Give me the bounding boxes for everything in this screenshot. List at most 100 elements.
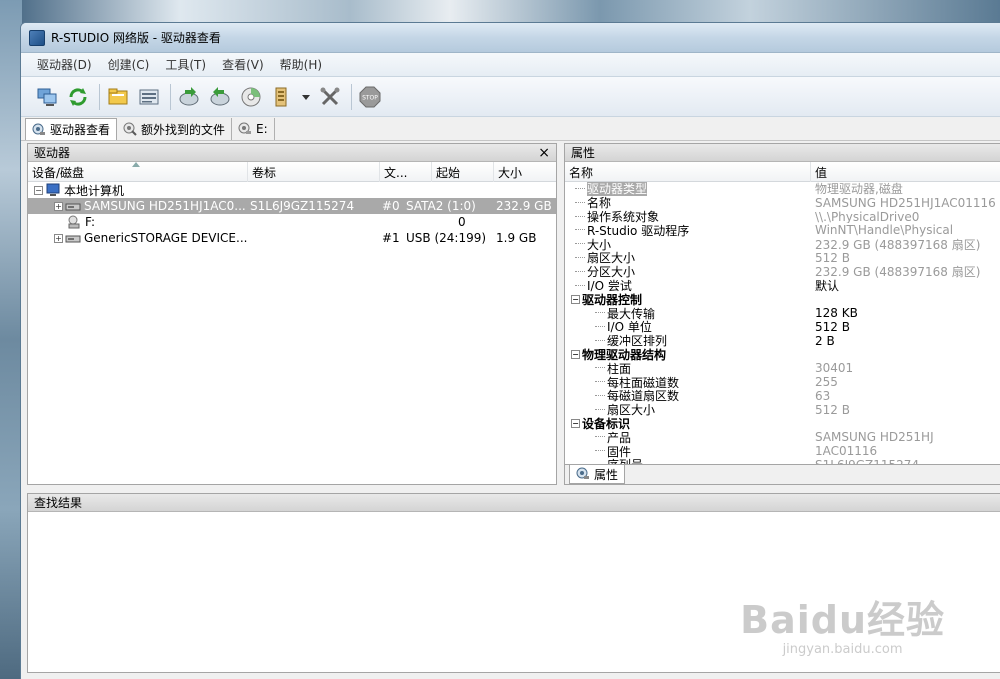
collapse-icon[interactable]: − <box>571 294 580 304</box>
raid-button[interactable] <box>268 83 296 111</box>
menu-tools[interactable]: 工具(T) <box>157 56 214 73</box>
property-name-cell: 扇区大小 <box>565 251 811 265</box>
table-row[interactable]: + SAMSUNG HD251HJ1AC0... S1L6J9GZ115274 … <box>28 198 556 214</box>
menu-view[interactable]: 查看(V) <box>214 56 272 73</box>
app-icon <box>29 29 45 46</box>
tab-properties[interactable]: 属性 <box>569 465 626 484</box>
property-row[interactable]: I/O 尝试 默认 <box>565 279 1000 292</box>
property-row[interactable]: 固件 1AC01116 <box>565 444 1000 458</box>
column-volume-label-text: 卷标 <box>252 165 277 180</box>
property-row[interactable]: 扇区大小 512 B <box>565 403 1000 417</box>
column-prop-name[interactable]: 名称 <box>565 162 811 182</box>
tab-drive-e[interactable]: E: <box>232 118 275 140</box>
drives-pane-title: 驱动器 <box>34 146 71 160</box>
property-value: 232.9 GB (488397168 扇区) <box>815 237 981 251</box>
column-start[interactable]: 起始 <box>432 162 494 182</box>
property-name-cell: 缓冲区排列 <box>565 334 811 348</box>
collapse-icon[interactable]: − <box>571 418 580 428</box>
close-icon[interactable]: × <box>538 145 550 161</box>
properties-pane-title: 属性 <box>571 146 596 160</box>
expand-icon[interactable]: + <box>54 233 63 243</box>
stop-button[interactable]: STOP <box>356 83 384 111</box>
column-size-text: 大小 <box>498 165 523 180</box>
refresh-button[interactable] <box>64 83 92 111</box>
properties-pane: 属性 名称 值 驱动器类型 物理驱动器,磁盘 名称 SAMSUNG HD251HJ1A… <box>564 143 1000 485</box>
property-name: 物理驱动器结构 <box>582 347 667 362</box>
disc-icon <box>241 87 261 106</box>
toolbar-separator <box>99 83 100 110</box>
property-value: 512 B <box>815 319 850 334</box>
create-region-button[interactable] <box>237 83 265 111</box>
tree-guide-line <box>595 381 605 383</box>
property-group[interactable]: − 物理驱动器结构 <box>565 347 1000 362</box>
column-volume-label[interactable]: 卷标 <box>248 162 380 182</box>
property-row[interactable]: 操作系统对象 \\.\PhysicalDrive0 <box>565 210 1000 223</box>
table-row[interactable]: + GenericSTORAGE DEVICE... #1 USB (24:19… <box>28 230 556 246</box>
property-name: 分区大小 <box>587 265 636 279</box>
expand-icon[interactable]: + <box>54 201 63 211</box>
drive-volume-label: S1L6J9GZ115274 <box>250 199 355 213</box>
property-row[interactable]: 名称 SAMSUNG HD251HJ1AC01116 <box>565 196 1000 210</box>
open-drive-files-button[interactable] <box>104 83 132 111</box>
property-value: 512 B <box>815 402 850 417</box>
property-row[interactable]: 最大传输 128 KB <box>565 306 1000 320</box>
raid-dropdown-button[interactable] <box>299 83 313 111</box>
tab-drive-view[interactable]: 驱动器查看 <box>25 118 118 140</box>
column-prop-value[interactable]: 值 <box>811 162 1000 182</box>
property-name: 每磁道扇区数 <box>607 389 680 403</box>
tree-guide-line <box>595 339 605 341</box>
tab-found-files[interactable]: 额外找到的文件 <box>117 118 233 140</box>
property-row[interactable]: I/O 单位 512 B <box>565 320 1000 334</box>
menu-create[interactable]: 创建(C) <box>100 56 158 73</box>
column-device[interactable]: 设备/磁盘 <box>28 162 248 182</box>
property-name: 最大传输 <box>607 306 656 320</box>
document-tabs: 驱动器查看 额外找到的文件 E: <box>21 117 1000 141</box>
remove-button[interactable] <box>316 83 344 111</box>
property-name-cell: 柱面 <box>565 361 811 375</box>
open-image-button[interactable] <box>175 83 203 111</box>
tree-root[interactable]: − 本地计算机 <box>28 182 556 198</box>
property-row[interactable]: 分区大小 232.9 GB (488397168 扇区) <box>565 265 1000 279</box>
property-row[interactable]: 每柱面磁道数 255 <box>565 375 1000 389</box>
tree-root-label: 本地计算机 <box>64 183 125 198</box>
property-row[interactable]: 产品 SAMSUNG HD251HJ <box>565 430 1000 444</box>
connect-remote-button[interactable] <box>33 83 61 111</box>
property-row[interactable]: 柱面 30401 <box>565 361 1000 375</box>
column-file-system[interactable]: 文... <box>380 162 432 182</box>
property-row[interactable]: 每磁道扇区数 63 <box>565 389 1000 403</box>
property-row[interactable]: 扇区大小 512 B <box>565 251 1000 265</box>
tree-guide-line <box>575 270 585 272</box>
drive-number: #0 <box>382 199 400 213</box>
drive-number: #1 <box>382 231 400 245</box>
property-value: 2 B <box>815 333 835 348</box>
property-name: 柱面 <box>607 361 632 376</box>
collapse-icon[interactable]: − <box>571 349 580 359</box>
property-name-cell: 扇区大小 <box>565 403 811 417</box>
tree-guide-line <box>575 215 585 217</box>
property-row[interactable]: 缓冲区排列 2 B <box>565 334 1000 348</box>
scan-button[interactable] <box>135 83 163 111</box>
save-image-button[interactable] <box>206 83 234 111</box>
tab-label: 驱动器查看 <box>50 123 111 137</box>
found-files-icon <box>123 122 137 136</box>
property-value <box>811 348 1000 362</box>
property-group[interactable]: − 驱动器控制 <box>565 292 1000 306</box>
tree-guide-line <box>595 450 605 452</box>
property-row[interactable]: 驱动器类型 物理驱动器,磁盘 <box>565 182 1000 196</box>
tree-guide-line <box>595 312 605 314</box>
menu-drive[interactable]: 驱动器(D) <box>29 56 100 73</box>
property-name: 缓冲区排列 <box>607 334 668 348</box>
property-group[interactable]: − 设备标识 <box>565 417 1000 430</box>
collapse-icon[interactable]: − <box>34 185 43 195</box>
scan-icon <box>139 89 159 104</box>
property-value: 255 <box>815 375 838 389</box>
properties-column-headers: 名称 值 <box>565 162 1000 182</box>
property-row[interactable]: R-Studio 驱动程序 WinNT\Handle\Physical <box>565 223 1000 237</box>
column-size[interactable]: 大小 <box>494 162 556 182</box>
property-row[interactable]: 大小 232.9 GB (488397168 扇区) <box>565 237 1000 251</box>
table-row[interactable]: F: 0 <box>28 214 556 230</box>
title-bar[interactable]: R-STUDIO 网络版 - 驱动器查看 <box>21 23 1000 53</box>
menu-help[interactable]: 帮助(H) <box>272 56 330 73</box>
folder-icon <box>108 88 128 104</box>
property-name-cell: 每磁道扇区数 <box>565 389 811 403</box>
